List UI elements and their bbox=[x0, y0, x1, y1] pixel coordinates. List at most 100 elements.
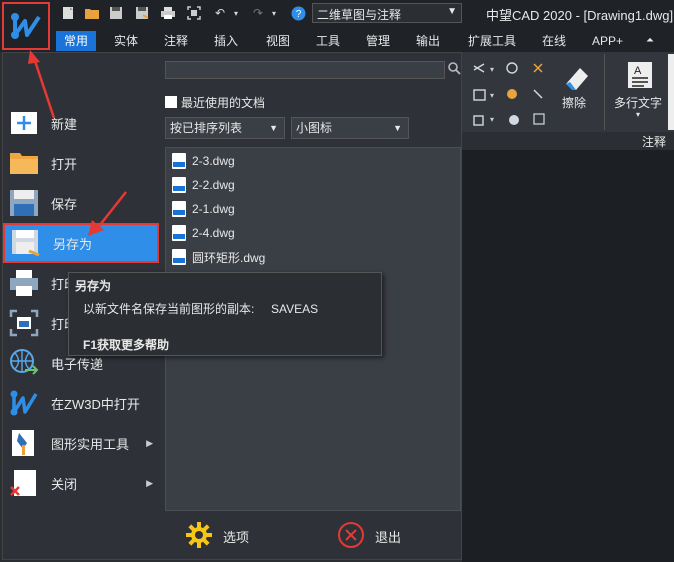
svg-text:▾: ▾ bbox=[490, 115, 494, 124]
print-icon bbox=[9, 268, 39, 298]
list-item[interactable]: 圆环矩形.dwg bbox=[172, 248, 265, 266]
close-doc-icon bbox=[9, 468, 39, 498]
undo-dropdown-icon[interactable]: ▾ bbox=[228, 5, 244, 21]
menu-item-label: 保存 bbox=[51, 196, 78, 212]
recent-documents-title: 最近使用的文档 bbox=[181, 95, 266, 110]
workspace-select[interactable]: 二维草图与注释 ▼ bbox=[312, 3, 462, 23]
tab-view[interactable]: 视图 bbox=[266, 31, 290, 51]
menu-item-label: 电子传递 bbox=[51, 356, 104, 372]
exit-button[interactable]: 退出 bbox=[337, 521, 401, 551]
tab-manage[interactable]: 管理 bbox=[366, 31, 390, 51]
menu-search-input[interactable] bbox=[165, 61, 445, 79]
file-name: 圆环矩形.dwg bbox=[192, 250, 266, 265]
tooltip-title: 另存为 bbox=[75, 279, 112, 293]
tab-extension-tools[interactable]: 扩展工具 bbox=[468, 31, 516, 51]
chevron-down-icon: ▼ bbox=[269, 123, 278, 133]
list-item[interactable]: 2-3.dwg bbox=[172, 152, 235, 170]
save-icon[interactable] bbox=[108, 5, 124, 21]
new-file-icon[interactable] bbox=[60, 5, 76, 21]
dwg-file-icon bbox=[172, 225, 186, 241]
svg-text:?: ? bbox=[295, 9, 301, 20]
sort-order-select[interactable]: 按已排序列表 ▼ bbox=[165, 117, 285, 139]
eraser-icon[interactable] bbox=[558, 62, 594, 92]
menu-item-new[interactable]: 新建 bbox=[3, 103, 159, 143]
menu-bottom-bar: 选项 退出 bbox=[3, 511, 461, 559]
print-icon[interactable] bbox=[160, 5, 176, 21]
application-menu-button[interactable] bbox=[2, 2, 50, 50]
menu-item-open-in-zw3d[interactable]: 在ZW3D中打开 bbox=[3, 383, 159, 423]
exit-label: 退出 bbox=[375, 529, 402, 545]
menu-item-label: 打开 bbox=[51, 156, 78, 172]
title-bar: ↶ ▾ ↷ ▾ ? 二维草图与注释 ▼ 中望CAD 2020 - [Drawin… bbox=[0, 0, 674, 28]
search-icon[interactable] bbox=[447, 61, 463, 77]
help-icon[interactable]: ? bbox=[290, 5, 306, 21]
tab-tools[interactable]: 工具 bbox=[316, 31, 340, 51]
sort-order-value: 按已排序列表 bbox=[170, 121, 243, 135]
menu-item-save-as[interactable]: 另存为 bbox=[3, 223, 159, 263]
ribbon-minimize-icon[interactable]: ⏶ bbox=[646, 31, 654, 51]
gear-icon bbox=[185, 521, 213, 552]
menu-item-label: 新建 bbox=[51, 116, 78, 132]
tab-solid[interactable]: 实体 bbox=[114, 31, 138, 51]
list-item[interactable]: 2-2.dwg bbox=[172, 176, 235, 194]
menu-item-label: 另存为 bbox=[53, 236, 93, 252]
open-folder-icon[interactable] bbox=[84, 5, 100, 21]
tab-home[interactable]: 常用 bbox=[56, 31, 97, 51]
zw3d-icon bbox=[9, 388, 39, 418]
icon-size-value: 小图标 bbox=[296, 121, 333, 135]
ribbon-divider bbox=[604, 54, 605, 130]
svg-text:▾: ▾ bbox=[490, 65, 494, 74]
save-as-tooltip: 另存为 以新文件名保存当前图形的副本: SAVEAS F1获取更多帮助 bbox=[68, 272, 382, 356]
erase-label[interactable]: 擦除 bbox=[562, 94, 586, 111]
exit-icon bbox=[337, 521, 365, 552]
menu-item-save[interactable]: 保存 bbox=[3, 183, 159, 223]
drawing-canvas[interactable] bbox=[462, 150, 674, 562]
menu-item-label: 图形实用工具 bbox=[51, 436, 130, 452]
tab-annotate[interactable]: 注释 bbox=[164, 31, 188, 51]
etransmit-icon bbox=[9, 348, 39, 378]
drawing-utilities-icon bbox=[9, 428, 39, 458]
tab-online[interactable]: 在线 bbox=[542, 31, 566, 51]
file-name: 2-4.dwg bbox=[192, 226, 235, 240]
plot-preview-icon[interactable] bbox=[186, 5, 202, 21]
mtext-icon[interactable]: A bbox=[626, 60, 654, 90]
redo-dropdown-icon[interactable]: ▾ bbox=[266, 5, 282, 21]
file-name: 2-3.dwg bbox=[192, 154, 235, 168]
list-item[interactable]: 2-1.dwg bbox=[172, 200, 235, 218]
tab-output[interactable]: 输出 bbox=[416, 31, 440, 51]
tooltip-description: 以新文件名保存当前图形的副本: SAVEAS bbox=[83, 302, 319, 316]
redo-icon[interactable]: ↷ bbox=[250, 5, 266, 21]
dwg-file-icon bbox=[172, 249, 186, 265]
menu-item-close[interactable]: 关闭 ▶ bbox=[3, 463, 159, 503]
ribbon-tab-bar: 常用 实体 注释 插入 视图 工具 管理 输出 扩展工具 在线 APP+ ⏶ bbox=[0, 28, 674, 52]
save-as-icon bbox=[11, 228, 41, 258]
dwg-file-icon bbox=[172, 153, 186, 169]
dwg-file-icon bbox=[172, 177, 186, 193]
tab-app-plus[interactable]: APP+ bbox=[592, 31, 623, 51]
open-folder-icon bbox=[9, 148, 39, 178]
options-button[interactable]: 选项 bbox=[185, 521, 249, 551]
workspace-value: 二维草图与注释 bbox=[317, 8, 402, 22]
print-preview-icon bbox=[9, 308, 39, 338]
file-name: 2-2.dwg bbox=[192, 178, 235, 192]
menu-item-drawing-utilities[interactable]: 图形实用工具 ▶ bbox=[3, 423, 159, 463]
icon-size-select[interactable]: 小图标 ▼ bbox=[291, 117, 409, 139]
options-label: 选项 bbox=[223, 529, 250, 545]
tooltip-help: F1获取更多帮助 bbox=[83, 338, 170, 352]
mtext-label[interactable]: 多行文字 bbox=[614, 94, 662, 111]
modify-tools-group: ▾ ▾ ▾ bbox=[470, 60, 550, 132]
undo-icon[interactable]: ↶ bbox=[212, 5, 228, 21]
save-icon bbox=[9, 188, 39, 218]
chevron-down-icon[interactable]: ▾ bbox=[636, 110, 640, 119]
zwcad-logo-icon bbox=[11, 13, 41, 39]
recent-documents-header: 最近使用的文档 bbox=[165, 93, 265, 111]
menu-item-open[interactable]: 打开 bbox=[3, 143, 159, 183]
save-as-icon[interactable] bbox=[134, 5, 150, 21]
list-item[interactable]: 2-4.dwg bbox=[172, 224, 235, 242]
dwg-file-icon bbox=[172, 201, 186, 217]
ribbon-next-panel bbox=[668, 54, 674, 130]
submenu-arrow-icon: ▶ bbox=[146, 477, 153, 488]
menu-item-label: 关闭 bbox=[51, 476, 78, 492]
chevron-down-icon: ▼ bbox=[393, 123, 402, 133]
tab-insert[interactable]: 插入 bbox=[214, 31, 238, 51]
